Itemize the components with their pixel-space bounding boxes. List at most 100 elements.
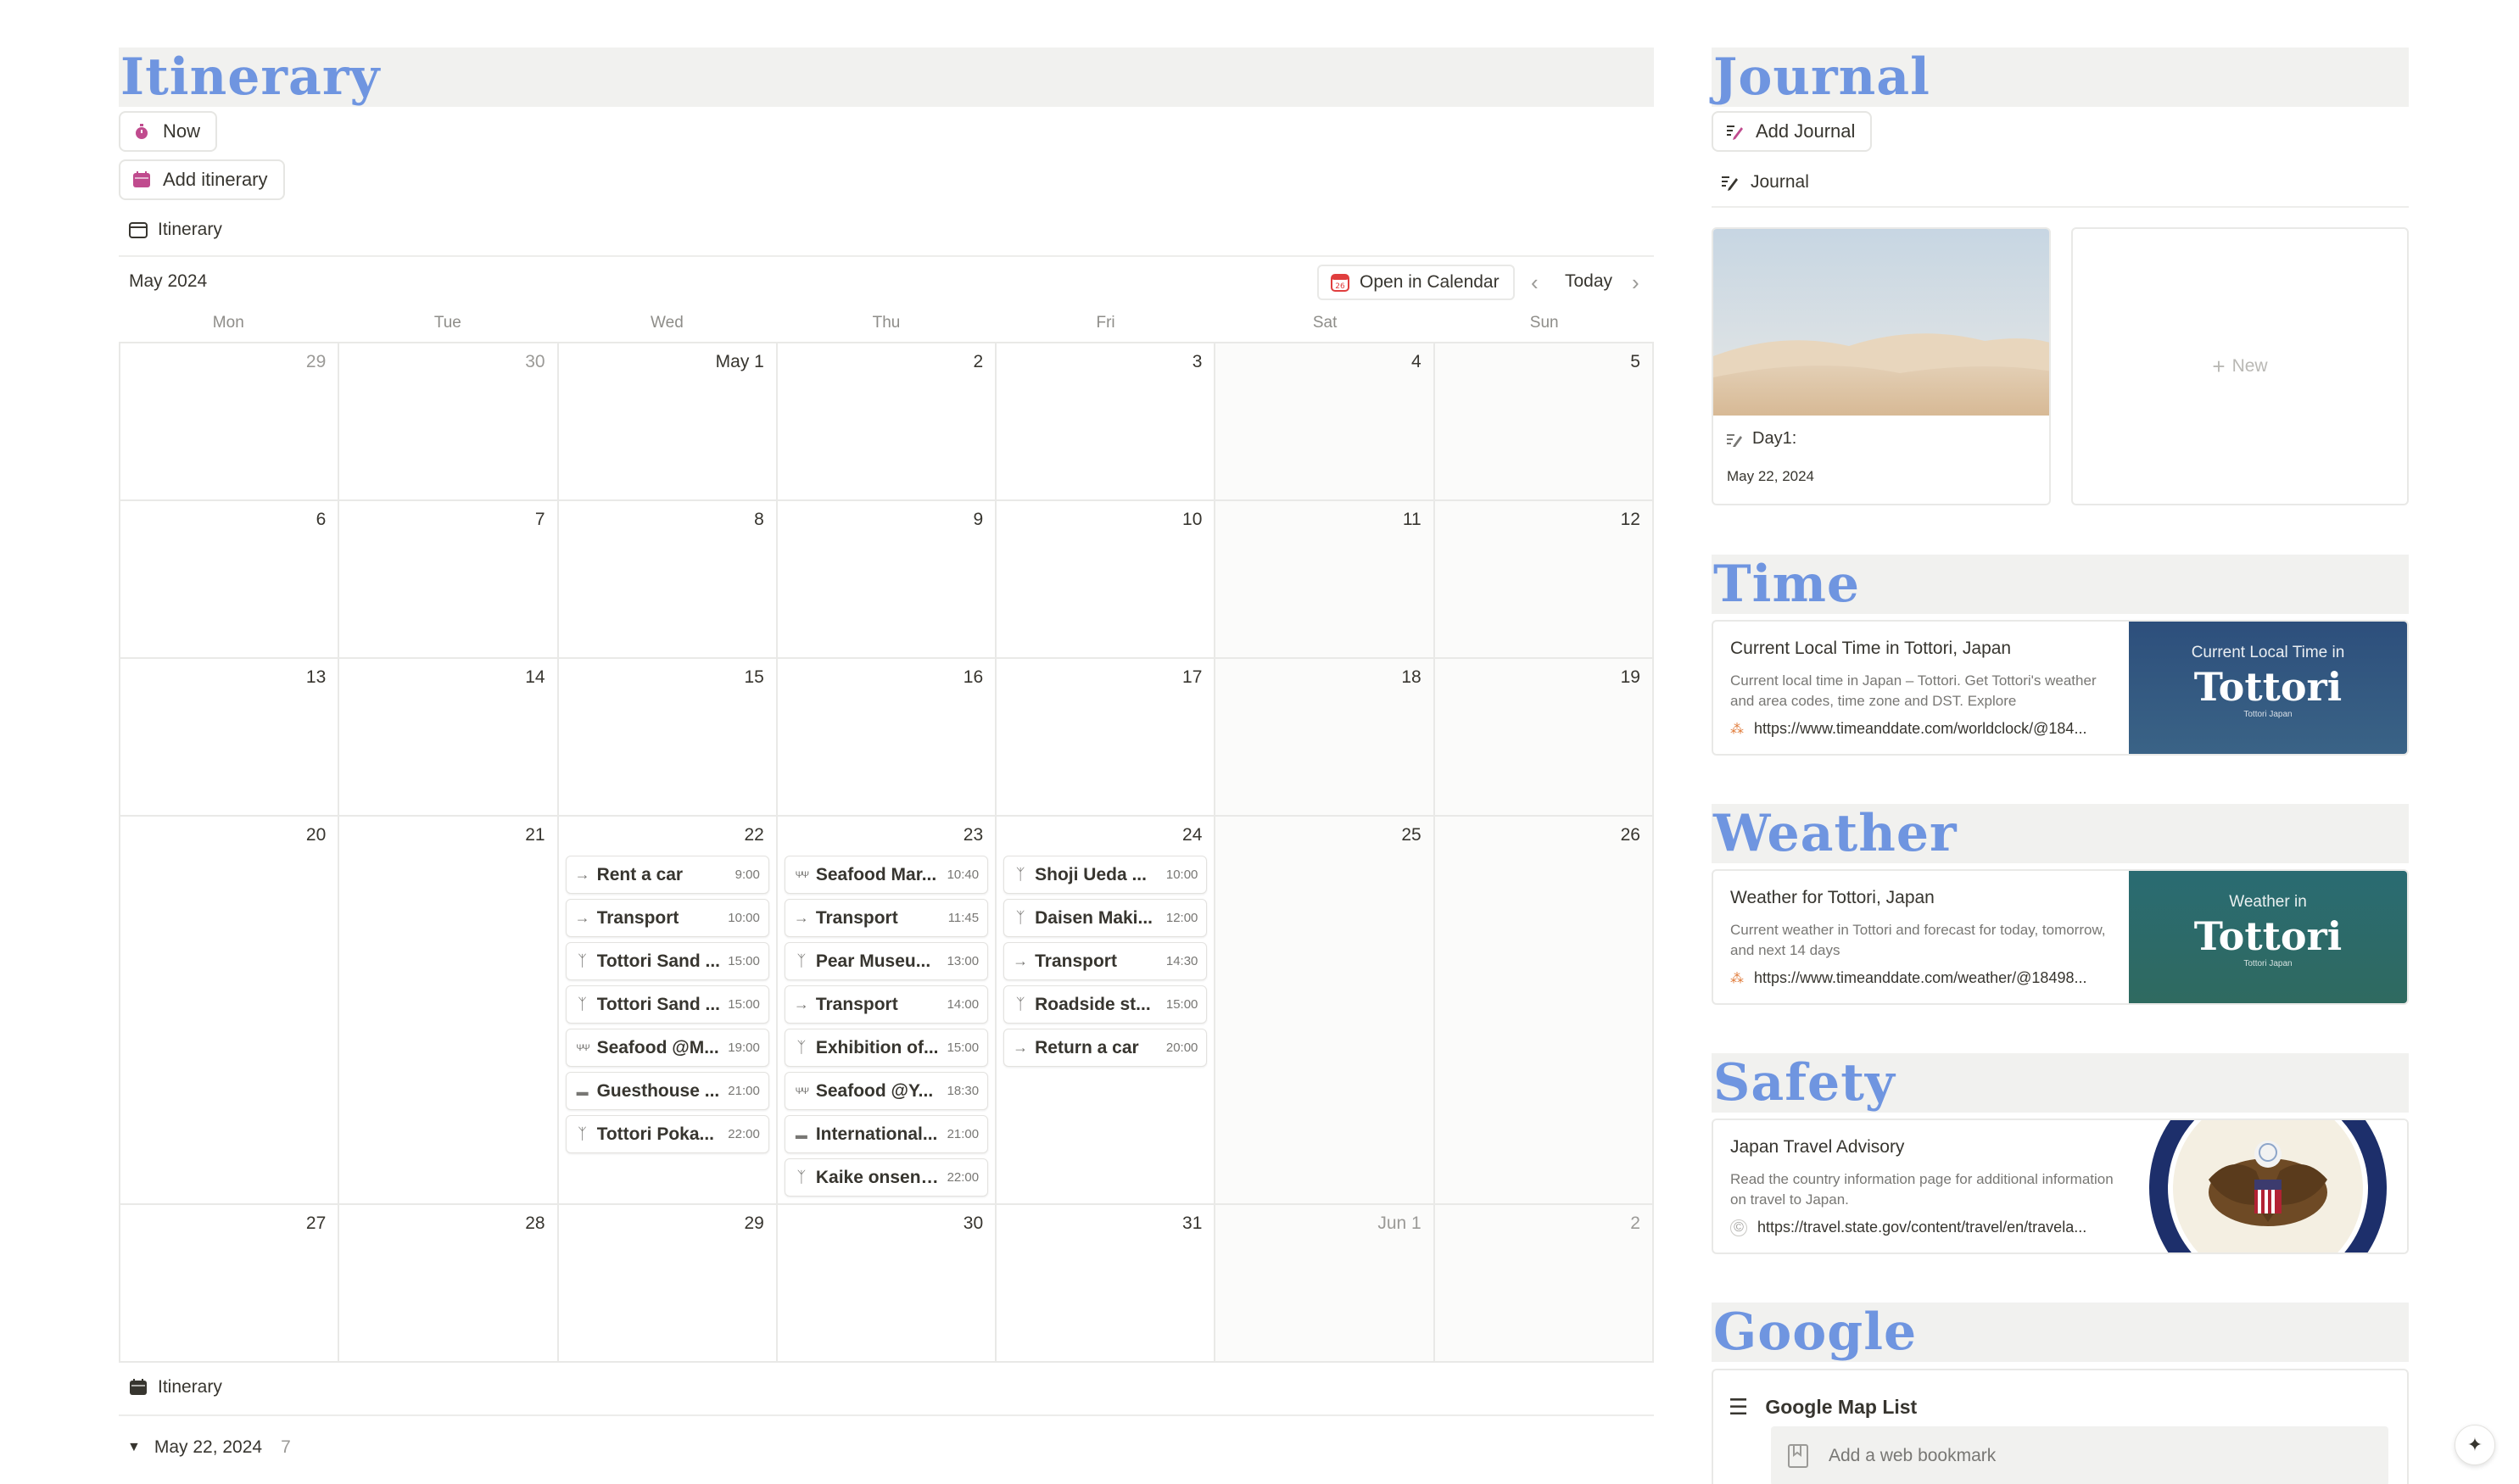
add-journal-button[interactable]: Add Journal xyxy=(1712,111,1873,152)
google-map-list-toggle[interactable]: ☰ Google Map List xyxy=(1729,1394,1917,1420)
calendar-event[interactable]: ΨΨ Seafood @Y... 18:30 xyxy=(784,1072,989,1110)
safety-heading: Safety xyxy=(1712,1053,2409,1113)
calendar-day-cell[interactable]: 15 xyxy=(558,659,778,817)
ai-assistant-button[interactable]: ✦ xyxy=(2455,1425,2495,1465)
calendar-event[interactable]: ᛉ Tottori Sand ... 15:00 xyxy=(565,942,769,980)
weekday-header: Sat xyxy=(1312,314,1338,332)
next-month-button[interactable]: › xyxy=(1632,270,1639,296)
new-journal-card[interactable]: + New xyxy=(2071,227,2409,505)
day-number: 22 xyxy=(744,825,764,845)
calendar-day-cell[interactable]: 29 xyxy=(120,343,340,501)
calendar-day-cell[interactable]: 23 ΨΨ Seafood Mar... 10:40 → Transport 11:45 ᛉ P… xyxy=(777,817,997,1205)
calendar-day-cell[interactable]: 10 xyxy=(997,501,1216,659)
calendar-day-cell[interactable]: 2 xyxy=(777,343,997,501)
day-number: 31 xyxy=(1182,1213,1203,1233)
calendar-day-cell[interactable]: 13 xyxy=(120,659,340,817)
calendar-day-cell[interactable]: 20 xyxy=(120,817,340,1205)
event-time: 14:30 xyxy=(1165,954,1198,968)
calendar-event[interactable]: → Transport 14:30 xyxy=(1003,942,1208,980)
calendar-event[interactable]: → Rent a car 9:00 xyxy=(565,856,769,894)
event-time: 14:00 xyxy=(947,997,980,1012)
calendar-day-cell[interactable]: 19 xyxy=(1434,659,1654,817)
calendar-day-cell[interactable]: 30 xyxy=(777,1205,997,1363)
calendar-event[interactable]: ᛉ Pear Museu... 13:00 xyxy=(784,942,989,980)
journal-gallery-tab[interactable]: Journal xyxy=(1720,172,1809,192)
weekday-header: Sun xyxy=(1529,314,1559,332)
prev-month-button[interactable]: ‹ xyxy=(1531,270,1539,296)
time-bookmark[interactable]: Current Local Time in Tottori, Japan Cur… xyxy=(1712,620,2409,756)
weather-bookmark[interactable]: Weather for Tottori, Japan Current weath… xyxy=(1712,869,2409,1005)
calendar-event[interactable]: → Return a car 20:00 xyxy=(1003,1029,1208,1067)
calendar-event[interactable]: ΨΨ Seafood Mar... 10:40 xyxy=(784,856,989,894)
calendar-event[interactable]: ΨΨ Seafood @M... 19:00 xyxy=(565,1029,769,1067)
calendar-day-cell[interactable]: 3 xyxy=(997,343,1216,501)
calendar-event[interactable]: ▬ Guesthouse ... 21:00 xyxy=(565,1072,769,1110)
calendar-day-cell[interactable]: 24 ᛉ Shoji Ueda ... 10:00 ᛉ Daisen Maki... 12:… xyxy=(997,817,1216,1205)
add-itinerary-button[interactable]: Add itinerary xyxy=(119,159,285,200)
calendar-day-cell[interactable]: 8 xyxy=(558,501,778,659)
calendar-day-cell[interactable]: May 1 xyxy=(558,343,778,501)
calendar-event[interactable]: ᛉ Tottori Sand ... 15:00 xyxy=(565,985,769,1024)
event-time: 10:00 xyxy=(1165,868,1198,882)
safety-bookmark[interactable]: Japan Travel Advisory Read the country i… xyxy=(1712,1119,2409,1254)
event-title: Daisen Maki... xyxy=(1035,907,1153,928)
fork-knife-icon: ΨΨ xyxy=(576,1042,589,1053)
calendar-day-cell[interactable]: 25 xyxy=(1215,817,1435,1205)
calendar-day-cell[interactable]: 21 xyxy=(339,817,559,1205)
calendar-event[interactable]: ᛉ Roadside st... 15:00 xyxy=(1003,985,1208,1024)
calendar-day-cell[interactable]: 31 xyxy=(997,1205,1216,1363)
day-number: 7 xyxy=(534,510,545,529)
calendar-event[interactable]: → Transport 14:00 xyxy=(784,985,989,1024)
add-web-bookmark-button[interactable]: Add a web bookmark xyxy=(1771,1426,2388,1484)
calendar-event[interactable]: ᛉ Exhibition of... 15:00 xyxy=(784,1029,989,1067)
calendar-day-cell[interactable]: 9 xyxy=(777,501,997,659)
calendar-day-cell[interactable]: 11 xyxy=(1215,501,1435,659)
arrow-right-icon: → xyxy=(1013,1039,1029,1056)
calendar-event[interactable]: ᛉ Kaike onsen ... 22:00 xyxy=(784,1158,989,1197)
event-title: Pear Museu... xyxy=(815,951,931,971)
calendar-day-cell[interactable]: 7 xyxy=(339,501,559,659)
event-time: 11:45 xyxy=(947,911,980,925)
calendar-day-cell[interactable]: 2 xyxy=(1434,1205,1654,1363)
calendar-day-cell[interactable]: 18 xyxy=(1215,659,1435,817)
calendar-day-cell[interactable]: 22 → Rent a car 9:00 → Transport 10:00 ᛉ Tottori… xyxy=(558,817,778,1205)
day-number: 5 xyxy=(1630,352,1640,371)
day-number: Jun 1 xyxy=(1377,1213,1421,1233)
calendar-day-cell[interactable]: 27 xyxy=(120,1205,340,1363)
calendar-week-row: 27 28 29 30 31 Jun 1 2 xyxy=(120,1205,1654,1363)
day-number: 16 xyxy=(963,667,984,687)
calendar-day-cell[interactable]: 26 xyxy=(1434,817,1654,1205)
day-number: 8 xyxy=(754,510,764,529)
calendar-event[interactable]: ᛉ Daisen Maki... 12:00 xyxy=(1003,899,1208,937)
calendar-day-cell[interactable]: 4 xyxy=(1215,343,1435,501)
journal-card[interactable]: Day1: May 22, 2024 xyxy=(1712,227,2051,505)
calendar-day-cell[interactable]: 28 xyxy=(339,1205,559,1363)
calendar-day-cell[interactable]: 5 xyxy=(1434,343,1654,501)
calendar-event[interactable]: ᛉ Tottori Poka... 22:00 xyxy=(565,1115,769,1153)
calendar-event[interactable]: ▬ International... 21:00 xyxy=(784,1115,989,1153)
event-time: 15:00 xyxy=(728,997,760,1012)
calendar-day-cell[interactable]: Jun 1 xyxy=(1215,1205,1435,1363)
calendar-day-cell[interactable]: 17 xyxy=(997,659,1216,817)
calendar-day-cell[interactable]: 29 xyxy=(558,1205,778,1363)
day-number: 24 xyxy=(1182,825,1203,845)
calendar-day-cell[interactable]: 16 xyxy=(777,659,997,817)
calendar-event[interactable]: → Transport 10:00 xyxy=(565,899,769,937)
calendar-event[interactable]: ᛉ Shoji Ueda ... 10:00 xyxy=(1003,856,1208,894)
group-toggle[interactable]: ▼ May 22, 2024 7 xyxy=(127,1437,291,1458)
calendar-day-cell[interactable]: 30 xyxy=(339,343,559,501)
today-button[interactable]: Today xyxy=(1565,271,1612,292)
calendar-day-cell[interactable]: 12 xyxy=(1434,501,1654,659)
now-button[interactable]: Now xyxy=(119,111,218,152)
bookmark-title: Weather for Tottori, Japan xyxy=(1730,888,1935,907)
calendar-day-cell[interactable]: 14 xyxy=(339,659,559,817)
arrow-right-icon: → xyxy=(793,996,809,1013)
calendar-event[interactable]: → Transport 11:45 xyxy=(784,899,989,937)
itinerary-calendar-tab[interactable]: Itinerary xyxy=(129,220,222,240)
event-title: Tottori Sand ... xyxy=(596,951,720,971)
journal-tab-label: Journal xyxy=(1751,172,1809,192)
open-in-calendar-button[interactable]: 26 Open in Calendar xyxy=(1317,265,1515,300)
itinerary-list-tab[interactable]: Itinerary xyxy=(129,1377,222,1398)
calendar-day-cell[interactable]: 6 xyxy=(120,501,340,659)
calendar-grid: 29 30 May 1 2 3 4 5 6 7 8 9 10 11 12 13 14 15 16 17 18 19 20 2… xyxy=(119,342,1654,1363)
